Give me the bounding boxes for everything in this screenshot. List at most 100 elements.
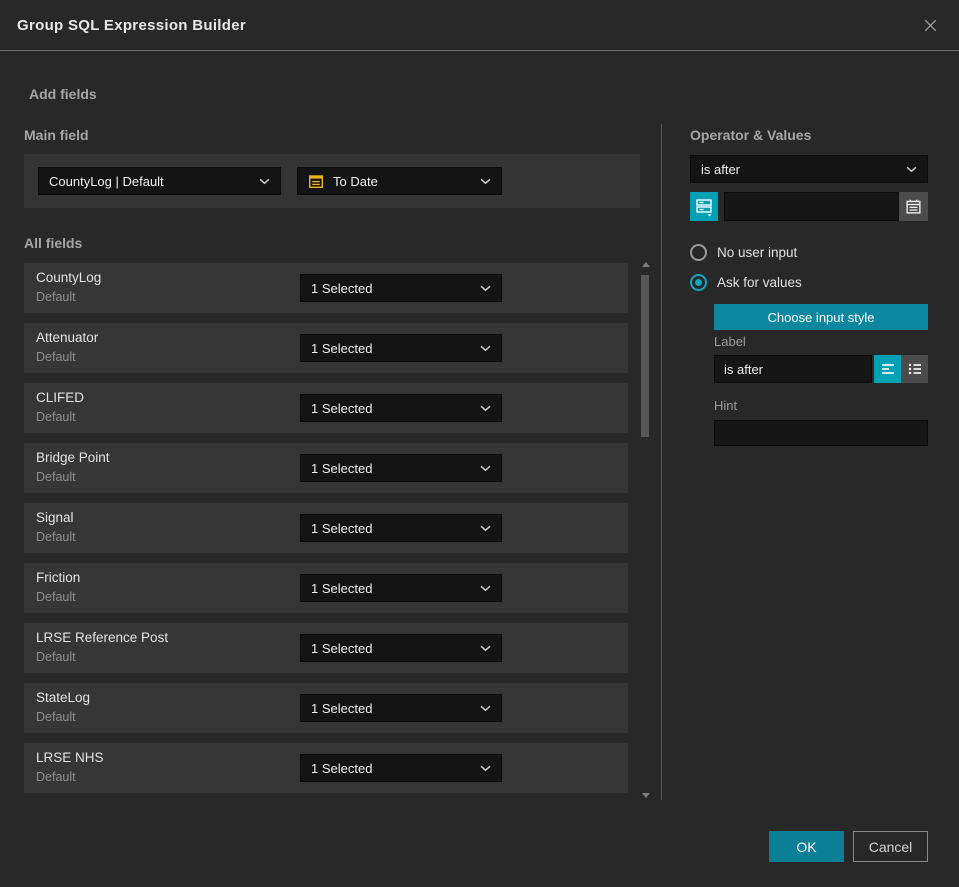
field-name: Friction [36,570,81,585]
field-row: CountyLog Default 1 Selected [24,263,628,313]
operator-values-heading: Operator & Values [690,127,812,143]
group-sql-expression-builder-dialog: Group SQL Expression Builder Add fields … [0,0,959,887]
value-calendar-button[interactable] [899,192,928,221]
radio-circle-selected-icon [690,274,707,291]
field-selection-value: 1 Selected [311,700,373,716]
field-selection-value: 1 Selected [311,280,373,296]
all-fields-heading: All fields [24,235,83,251]
field-row: Friction Default 1 Selected [24,563,628,613]
close-button[interactable] [918,13,942,37]
calendar-icon [309,175,324,189]
label-style-toggle-group [874,355,928,383]
radio-ask-for-values[interactable]: Ask for values [690,274,802,291]
chevron-down-icon [259,178,270,184]
main-field-panel: CountyLog | Default To Date [24,154,640,208]
calendar-icon [906,199,921,214]
vertical-divider [661,124,662,800]
field-selection-select[interactable]: 1 Selected [300,634,502,662]
date-type-select[interactable]: To Date [297,167,502,195]
field-type: Default [36,530,76,544]
scrollbar-thumb[interactable] [641,275,649,437]
field-name: Signal [36,510,74,525]
field-selection-select[interactable]: 1 Selected [300,454,502,482]
radio-ask-for-values-label: Ask for values [717,275,802,290]
field-selection-select[interactable]: 1 Selected [300,694,502,722]
input-style-picker-icon [696,199,712,217]
field-selection-select[interactable]: 1 Selected [300,574,502,602]
chevron-down-icon [480,465,491,471]
field-name: CLIFED [36,390,85,405]
chevron-down-icon [480,705,491,711]
align-left-style-button[interactable] [874,355,901,383]
field-row: Attenuator Default 1 Selected [24,323,628,373]
field-type: Default [36,350,76,364]
main-field-heading: Main field [24,127,89,143]
field-row: LRSE NHS Default 1 Selected [24,743,628,793]
align-left-icon [881,364,894,374]
chevron-down-icon [480,405,491,411]
dialog-title: Group SQL Expression Builder [17,16,246,34]
label-caption: Label [714,334,746,349]
chevron-down-icon [480,765,491,771]
field-row: Signal Default 1 Selected [24,503,628,553]
bullet-list-icon [908,363,921,375]
field-selection-select[interactable]: 1 Selected [300,394,502,422]
all-fields-list: CountyLog Default 1 Selected Attenuator … [24,263,628,803]
field-selection-value: 1 Selected [311,340,373,356]
field-selection-value: 1 Selected [311,400,373,416]
bullet-list-style-button[interactable] [901,355,928,383]
chevron-down-icon [480,285,491,291]
field-selection-value: 1 Selected [311,640,373,656]
field-type: Default [36,710,76,724]
field-type: Default [36,410,76,424]
fields-list-scrollbar[interactable] [639,258,652,802]
chevron-down-icon [906,166,917,172]
close-icon [924,19,936,31]
field-name: StateLog [36,690,91,705]
field-selection-select[interactable]: 1 Selected [300,334,502,362]
scroll-up-icon[interactable] [642,262,650,267]
field-name: Attenuator [36,330,99,345]
value-input[interactable] [724,192,899,221]
field-selection-select[interactable]: 1 Selected [300,274,502,302]
chevron-down-icon [480,585,491,591]
field-row: StateLog Default 1 Selected [24,683,628,733]
ok-button[interactable]: OK [769,831,844,862]
field-row: Bridge Point Default 1 Selected [24,443,628,493]
field-type: Default [36,290,76,304]
field-row: CLIFED Default 1 Selected [24,383,628,433]
chevron-down-icon [480,525,491,531]
hint-input[interactable] [714,420,928,446]
hint-caption: Hint [714,398,738,413]
field-selection-value: 1 Selected [311,460,373,476]
field-type: Default [36,650,76,664]
chevron-down-icon [480,178,491,184]
field-selection-select[interactable]: 1 Selected [300,754,502,782]
field-selection-select[interactable]: 1 Selected [300,514,502,542]
field-selection-value: 1 Selected [311,520,373,536]
field-name: LRSE NHS [36,750,104,765]
operator-select[interactable]: is after [690,155,928,183]
field-selection-value: 1 Selected [311,760,373,776]
radio-no-user-input-label: No user input [717,245,798,260]
radio-circle-icon [690,244,707,261]
choose-input-style-button[interactable]: Choose input style [714,304,928,330]
radio-no-user-input[interactable]: No user input [690,244,797,261]
date-type-select-value: To Date [333,173,378,189]
field-type: Default [36,590,76,604]
field-selection-value: 1 Selected [311,580,373,596]
field-name: Bridge Point [36,450,110,465]
operator-select-value: is after [701,161,741,177]
scroll-down-icon[interactable] [642,793,650,798]
titlebar: Group SQL Expression Builder [0,0,959,51]
field-type: Default [36,470,76,484]
value-input-style-picker-button[interactable] [690,192,718,221]
field-name: LRSE Reference Post [36,630,169,645]
label-input[interactable] [714,355,872,383]
cancel-button[interactable]: Cancel [853,831,928,862]
field-type: Default [36,770,76,784]
add-fields-heading: Add fields [29,86,97,102]
chevron-down-icon [480,645,491,651]
chevron-down-icon [480,345,491,351]
main-field-select[interactable]: CountyLog | Default [38,167,281,195]
